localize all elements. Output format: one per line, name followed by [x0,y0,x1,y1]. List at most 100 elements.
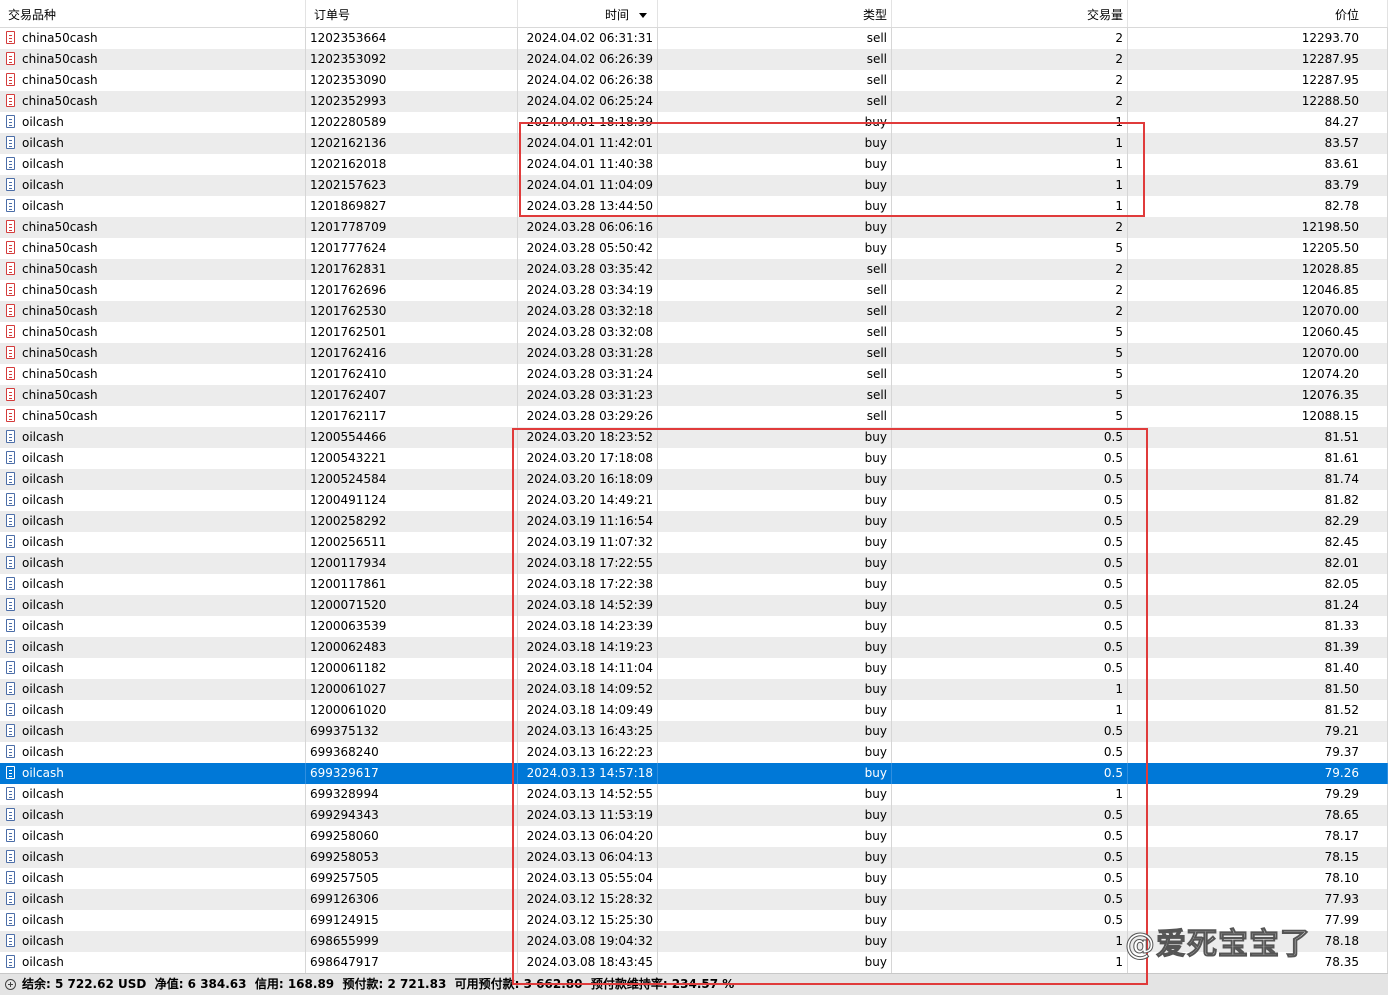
table-row[interactable]: oilcash 1200117861 2024.03.18 17:22:38 buy 0… [0,574,1388,595]
table-row[interactable]: oilcash 699368240 2024.03.13 16:22:23 buy 0.… [0,742,1388,763]
table-row[interactable]: oilcash 1201869827 2024.03.28 13:44:50 buy 1… [0,196,1388,217]
cell-volume: 0.5 [892,910,1128,931]
table-row[interactable]: oilcash 1202162018 2024.04.01 11:40:38 buy 1… [0,154,1388,175]
column-header-time[interactable]: 时间 [518,0,658,27]
cell-time: 2024.03.18 17:22:55 [518,553,658,574]
order-document-icon [6,745,15,758]
cell-type: buy [658,616,892,637]
order-document-icon [6,283,15,296]
cell-volume: 0.5 [892,721,1128,742]
table-row[interactable]: china50cash 1201778709 2024.03.28 06:06:16… [0,217,1388,238]
table-row[interactable]: oilcash 1200061027 2024.03.18 14:09:52 buy 1… [0,679,1388,700]
cell-type: sell [658,280,892,301]
table-row[interactable]: china50cash 1202353090 2024.04.02 06:26:38… [0,70,1388,91]
cell-symbol: oilcash [0,952,306,973]
cell-time: 2024.03.28 03:31:23 [518,385,658,406]
cell-volume: 1 [892,112,1128,133]
order-document-icon [6,808,15,821]
table-row[interactable]: china50cash 1201762410 2024.03.28 03:31:24… [0,364,1388,385]
table-row[interactable]: china50cash 1201762831 2024.03.28 03:35:42… [0,259,1388,280]
table-row[interactable]: oilcash 1200061182 2024.03.18 14:11:04 buy 0… [0,658,1388,679]
table-row[interactable]: oilcash 699258060 2024.03.13 06:04:20 buy 0.… [0,826,1388,847]
table-row[interactable]: oilcash 1200063539 2024.03.18 14:23:39 buy 0… [0,616,1388,637]
cell-order-id: 1202353090 [306,70,518,91]
cell-type: buy [658,826,892,847]
table-row[interactable]: china50cash 1202353664 2024.04.02 06:31:31… [0,28,1388,49]
table-row[interactable]: china50cash 1201777624 2024.03.28 05:50:42… [0,238,1388,259]
table-row[interactable]: oilcash 699258053 2024.03.13 06:04:13 buy 0.… [0,847,1388,868]
table-row[interactable]: china50cash 1201762407 2024.03.28 03:31:23… [0,385,1388,406]
table-row[interactable]: oilcash 1200071520 2024.03.18 14:52:39 buy 0… [0,595,1388,616]
table-row[interactable]: oilcash 699294343 2024.03.13 11:53:19 buy 0.… [0,805,1388,826]
cell-price: 12060.45 [1128,322,1388,343]
table-row[interactable]: china50cash 1201762501 2024.03.28 03:32:08… [0,322,1388,343]
cell-type: buy [658,175,892,196]
cell-time: 2024.03.19 11:07:32 [518,532,658,553]
cell-price: 12287.95 [1128,49,1388,70]
cell-order-id: 1201869827 [306,196,518,217]
cell-time: 2024.04.01 11:40:38 [518,154,658,175]
table-row[interactable]: china50cash 1202352993 2024.04.02 06:25:24… [0,91,1388,112]
table-row[interactable]: oilcash 1202157623 2024.04.01 11:04:09 buy 1… [0,175,1388,196]
cell-volume: 0.5 [892,616,1128,637]
watermark: @爱死宝宝了 [1125,927,1311,963]
cell-time: 2024.03.13 11:53:19 [518,805,658,826]
table-row[interactable]: china50cash 1201762416 2024.03.28 03:31:28… [0,343,1388,364]
table-row[interactable]: oilcash 699126306 2024.03.12 15:28:32 buy 0.… [0,889,1388,910]
cell-time: 2024.03.13 14:57:18 [518,763,658,784]
order-document-icon [6,514,15,527]
table-row[interactable]: china50cash 1201762117 2024.03.28 03:29:26… [0,406,1388,427]
table-row[interactable]: oilcash 1200258292 2024.03.19 11:16:54 buy 0… [0,511,1388,532]
table-row[interactable]: oilcash 1200543221 2024.03.20 17:18:08 buy 0… [0,448,1388,469]
cell-type: buy [658,763,892,784]
table-row[interactable]: oilcash 699257505 2024.03.13 05:55:04 buy 0.… [0,868,1388,889]
table-row[interactable]: oilcash 699328994 2024.03.13 14:52:55 buy 1 7… [0,784,1388,805]
column-header-type[interactable]: 类型 [658,0,892,27]
cell-time: 2024.03.28 03:35:42 [518,259,658,280]
order-document-icon [6,220,15,233]
table-row[interactable]: oilcash 1200491124 2024.03.20 14:49:21 buy 0… [0,490,1388,511]
table-row[interactable]: oilcash 1200524584 2024.03.20 16:18:09 buy 0… [0,469,1388,490]
cell-volume: 5 [892,238,1128,259]
column-header-symbol[interactable]: 交易品种 [0,0,306,27]
expand-plus-icon[interactable] [5,979,16,990]
cell-price: 12293.70 [1128,28,1388,49]
cell-symbol: china50cash [0,238,306,259]
table-row[interactable]: oilcash 1200554466 2024.03.20 18:23:52 buy 0… [0,427,1388,448]
cell-time: 2024.03.28 03:29:26 [518,406,658,427]
column-header-order[interactable]: 订单号 [306,0,518,27]
cell-time: 2024.03.28 03:32:18 [518,301,658,322]
cell-symbol: oilcash [0,910,306,931]
column-header-volume[interactable]: 交易量 [892,0,1128,27]
table-row[interactable]: oilcash 1200117934 2024.03.18 17:22:55 buy 0… [0,553,1388,574]
order-document-icon [6,871,15,884]
cell-price: 81.74 [1128,469,1388,490]
cell-volume: 2 [892,280,1128,301]
cell-symbol: oilcash [0,847,306,868]
table-row[interactable]: oilcash 699375132 2024.03.13 16:43:25 buy 0.… [0,721,1388,742]
cell-order-id: 1200061020 [306,700,518,721]
cell-price: 83.57 [1128,133,1388,154]
cell-time: 2024.03.18 14:09:52 [518,679,658,700]
cell-price: 12076.35 [1128,385,1388,406]
cell-volume: 2 [892,70,1128,91]
table-row[interactable]: oilcash 1202162136 2024.04.01 11:42:01 buy 1… [0,133,1388,154]
column-header-price[interactable]: 价位 [1128,0,1388,27]
cell-symbol: china50cash [0,49,306,70]
table-row[interactable]: china50cash 1202353092 2024.04.02 06:26:39… [0,49,1388,70]
cell-price: 81.52 [1128,700,1388,721]
table-row[interactable]: oilcash 1200256511 2024.03.19 11:07:32 buy 0… [0,532,1388,553]
cell-type: buy [658,427,892,448]
order-document-icon [6,472,15,485]
table-row[interactable]: oilcash 699329617 2024.03.13 14:57:18 buy 0.… [0,763,1388,784]
cell-type: sell [658,322,892,343]
cell-order-id: 1200554466 [306,427,518,448]
cell-symbol: oilcash [0,175,306,196]
table-row[interactable]: china50cash 1201762530 2024.03.28 03:32:18… [0,301,1388,322]
table-row[interactable]: oilcash 1200061020 2024.03.18 14:09:49 buy 1… [0,700,1388,721]
cell-volume: 0.5 [892,826,1128,847]
table-row[interactable]: oilcash 1202280589 2024.04.01 18:18:39 buy 1… [0,112,1388,133]
cell-symbol: oilcash [0,742,306,763]
table-row[interactable]: oilcash 1200062483 2024.03.18 14:19:23 buy 0… [0,637,1388,658]
table-row[interactable]: china50cash 1201762696 2024.03.28 03:34:19… [0,280,1388,301]
